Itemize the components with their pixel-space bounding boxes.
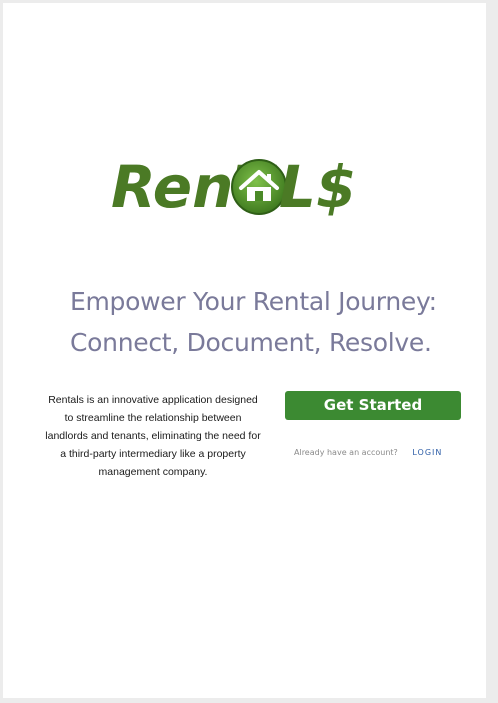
get-started-button[interactable]: Get Started: [285, 391, 461, 420]
login-prompt: Already have an account? LOGIN: [294, 446, 442, 460]
logo-text-right: L$: [279, 153, 357, 221]
headline-line-2: Connect, Document, Resolve.: [70, 328, 432, 357]
landing-page: RenT L$ Empower Your Rental Journey: Con…: [3, 3, 486, 698]
page-headline: Empower Your Rental Journey: Connect, Do…: [70, 281, 470, 363]
app-description: Rentals is an innovative application des…: [45, 394, 261, 478]
rentols-logo: RenT L$: [111, 151, 396, 223]
headline-line-1: Empower Your Rental Journey:: [70, 287, 437, 316]
login-link[interactable]: LOGIN: [412, 448, 442, 457]
already-have-account-text: Already have an account?: [294, 448, 398, 457]
